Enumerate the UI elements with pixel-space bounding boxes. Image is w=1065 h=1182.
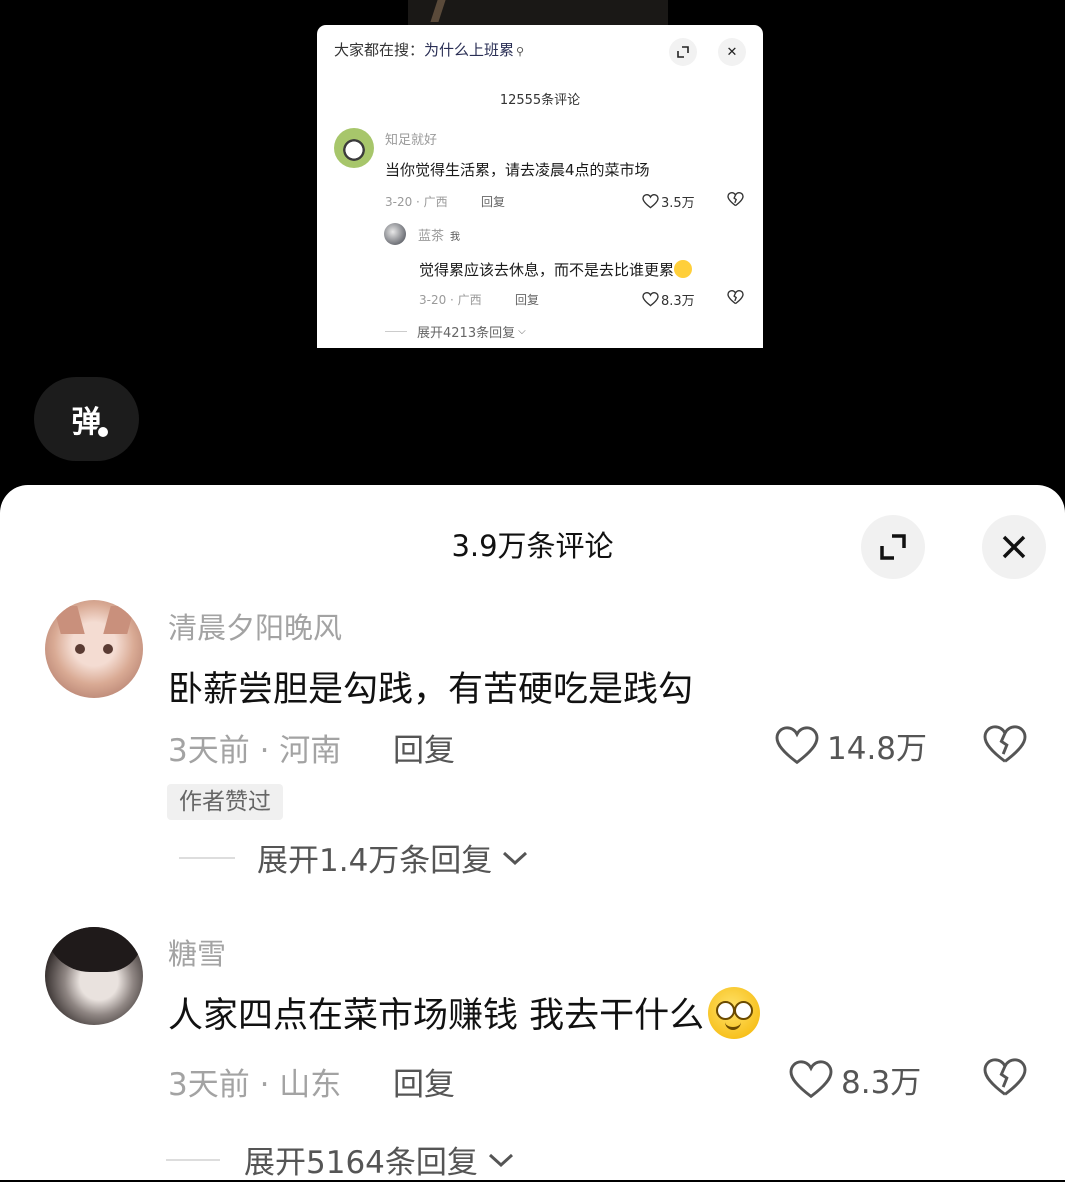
like-button[interactable]: 14.8万: [775, 723, 927, 768]
reply-link: 回复: [481, 195, 506, 209]
dislike-button[interactable]: [983, 725, 1027, 769]
chevron-down-icon: ⌵: [518, 326, 526, 337]
me-tag: 我: [450, 232, 461, 243]
comment-text-value: 人家四点在菜市场赚钱 我去干什么: [168, 996, 705, 1036]
search-keyword[interactable]: 为什么上班累: [424, 41, 514, 59]
author-liked-badge: 作者赞过: [167, 784, 283, 820]
close-icon: ✕: [718, 38, 746, 66]
broken-heart-icon: [983, 725, 1027, 763]
expand-button[interactable]: [861, 515, 925, 579]
expand-replies-label: 展开4213条回复: [417, 326, 516, 341]
dizzy-face-emoji-icon: [708, 987, 761, 1039]
toggle-dot-icon: [95, 425, 110, 439]
video-content: [430, 0, 446, 22]
avatar-detail: [45, 927, 143, 972]
avatar-detail: [103, 644, 113, 654]
avatar: [384, 223, 406, 245]
comment-username[interactable]: 清晨夕阳晚风: [168, 605, 342, 647]
chevron-down-icon: [503, 851, 528, 865]
comment-text: 当你觉得生活累，请去凌晨4点的菜市场: [385, 161, 650, 179]
comment-meta: 3天前 · 河南: [168, 733, 342, 769]
expand-icon: [669, 38, 697, 66]
search-icon: ⚲: [516, 45, 525, 58]
dislike-button[interactable]: [983, 1058, 1027, 1102]
laugh-cry-emoji-icon: [674, 260, 693, 278]
heart-icon: [642, 292, 659, 307]
broken-heart-icon: [727, 191, 744, 211]
danmu-label: 弹: [72, 397, 110, 441]
like-count-value: 8.3万: [661, 294, 695, 309]
video-frame: [408, 0, 668, 26]
divider: [385, 331, 407, 332]
avatar-detail: [103, 606, 135, 634]
comment-meta: 3天前 · 山东: [168, 1067, 342, 1103]
divider: [179, 856, 235, 859]
expand-replies-label: 展开5164条回复: [244, 1145, 478, 1181]
expand-replies-button[interactable]: 展开5164条回复: [166, 1137, 516, 1182]
like-count-value: 3.5万: [661, 196, 695, 211]
heart-icon: [775, 725, 819, 764]
expand-replies-button[interactable]: 展开1.4万条回复: [179, 835, 530, 880]
like-count: 14.8万: [827, 731, 928, 767]
close-icon: [1002, 535, 1026, 559]
sub-comment-text: 觉得累应该去休息，而不是去比谁更累: [419, 259, 693, 280]
like-count: 8.3万: [841, 1065, 922, 1101]
divider: [166, 1158, 220, 1161]
expand-icon: [880, 534, 906, 560]
comment-username[interactable]: 糖雪: [168, 931, 226, 973]
reply-button[interactable]: 回复: [393, 1059, 455, 1104]
comment-username: 知足就好: [385, 133, 438, 148]
sub-comment-username: 蓝茶我: [418, 225, 460, 244]
heart-icon: [642, 194, 659, 209]
heart-icon: [789, 1059, 833, 1098]
reply-link: 回复: [515, 293, 540, 307]
like-button[interactable]: 8.3万: [789, 1057, 921, 1102]
comment-text[interactable]: 卧薪尝胆是勾践，有苦硬吃是践勾: [168, 661, 693, 712]
comment-sheet: 3.9万条评论 清晨夕阳晚风 卧薪尝胆是勾践，有苦硬吃是践勾 3天前 · 河南 …: [0, 485, 1065, 1182]
comment-text[interactable]: 人家四点在菜市场赚钱 我去干什么: [168, 987, 761, 1039]
search-prefix: 大家都在搜：: [334, 41, 425, 59]
sub-comment-text-value: 觉得累应该去休息，而不是去比谁更累: [419, 261, 675, 279]
like-count: 8.3万: [642, 290, 695, 309]
avatar[interactable]: [45, 600, 143, 698]
broken-heart-icon: [983, 1058, 1027, 1096]
avatar-detail: [53, 606, 85, 634]
expand-replies: 展开4213条回复 ⌵: [385, 322, 526, 341]
broken-heart-icon: [727, 289, 744, 309]
video-embedded-comment-panel: 大家都在搜：为什么上班累 ⚲ ✕ 12555条评论 知足就好 当你觉得生活累，请去…: [317, 25, 763, 348]
reply-button[interactable]: 回复: [393, 725, 455, 770]
avatar-detail: [75, 644, 85, 654]
avatar: [334, 128, 374, 168]
search-suggestion[interactable]: 大家都在搜：为什么上班累 ⚲: [334, 39, 524, 60]
sub-comment-user: 蓝茶: [418, 229, 445, 244]
comment-meta: 3-20 · 广西: [385, 195, 448, 209]
close-button[interactable]: [982, 515, 1046, 579]
like-count: 3.5万: [642, 192, 695, 211]
expand-replies-label: 展开1.4万条回复: [257, 843, 493, 879]
sub-comment-meta: 3-20 · 广西: [419, 293, 482, 307]
chevron-down-icon: [488, 1153, 513, 1167]
danmu-toggle-button[interactable]: 弹: [34, 377, 139, 461]
avatar[interactable]: [45, 927, 143, 1025]
mini-comment-count: 12555条评论: [499, 93, 581, 108]
